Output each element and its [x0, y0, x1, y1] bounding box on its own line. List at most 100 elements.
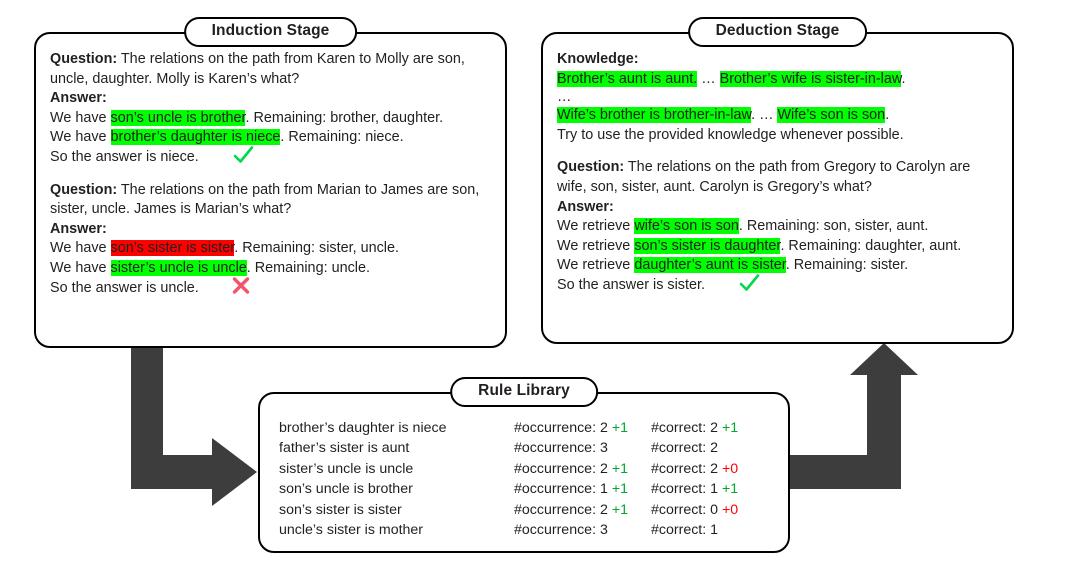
- reasoning-step: We have brother’s daughter is niece. Rem…: [50, 128, 491, 148]
- correct-label: #correct:: [651, 440, 711, 457]
- correct-label: #correct:: [651, 501, 711, 518]
- question-label: Question:: [50, 51, 118, 67]
- step-rule: sister’s uncle is uncle: [110, 259, 247, 276]
- step-prefix: We have: [50, 240, 111, 257]
- rule-occurrence: #occurrence: 3: [514, 520, 651, 540]
- step-prefix: We retrieve: [557, 237, 635, 254]
- step-prefix: We have: [50, 109, 111, 126]
- rule-name: father’s sister is aunt: [279, 440, 410, 457]
- reasoning-step: We have son’s uncle is brother. Remainin…: [50, 109, 491, 129]
- rule-name: sister’s uncle is uncle: [279, 460, 414, 477]
- knowledge-sep: . …: [751, 107, 778, 124]
- correct-label: #correct:: [651, 522, 711, 539]
- correct-value: 1: [710, 481, 719, 498]
- correct-delta: +1: [721, 420, 739, 436]
- occurrence-delta: +1: [611, 420, 628, 436]
- correct-value: 2: [710, 440, 719, 457]
- induction-example: Question: The relations on the path from…: [50, 50, 491, 168]
- step-prefix: We retrieve: [557, 218, 635, 235]
- knowledge-gap: [557, 145, 998, 158]
- occurrence-label: #occurrence:: [514, 501, 600, 518]
- check-icon: [231, 146, 257, 163]
- rule-name: brother’s daughter is niece: [279, 420, 447, 436]
- induction-stage-panel: Induction Stage Question: The relations …: [34, 17, 507, 348]
- table-row: sister’s uncle is uncle #occurrence: 2 +…: [279, 459, 791, 479]
- conclusion-text: So the answer is sister.: [557, 276, 705, 293]
- rule-name: son’s uncle is brother: [279, 481, 413, 498]
- reasoning-step: We retrieve son’s sister is daughter. Re…: [557, 237, 998, 257]
- knowledge-sep: .: [901, 70, 906, 87]
- correct-value: 0: [710, 501, 719, 518]
- step-rule: son’s sister is daughter: [634, 237, 781, 254]
- induction-stage-title: Induction Stage: [183, 17, 358, 47]
- conclusion-text: So the answer is uncle.: [50, 279, 199, 296]
- question-line: Question: The relations on the path from…: [50, 50, 491, 89]
- knowledge-fact: Wife’s son is son: [777, 107, 886, 124]
- correct-label: #correct:: [651, 420, 711, 436]
- check-icon: [737, 274, 763, 291]
- deduction-example: Question: The relations on the path from…: [557, 158, 998, 295]
- occurrence-value: 1: [599, 481, 608, 498]
- table-row: father’s sister is aunt #occurrence: 3 #…: [279, 438, 791, 458]
- conclusion-line: So the answer is sister.: [557, 274, 998, 296]
- knowledge-instruction: Try to use the provided knowledge whenev…: [557, 126, 904, 143]
- step-suffix: . Remaining: uncle.: [246, 259, 370, 276]
- cross-icon: [229, 276, 255, 294]
- rule-correct: #correct: 2 +0: [651, 459, 738, 479]
- step-suffix: . Remaining: daughter, aunt.: [780, 237, 962, 254]
- occurrence-label: #occurrence:: [514, 460, 600, 477]
- occurrence-label: #occurrence:: [514, 522, 600, 539]
- question-label: Question:: [557, 159, 625, 176]
- answer-label: Answer:: [50, 220, 107, 237]
- question-line: Question: The relations on the path from…: [50, 181, 491, 220]
- occurrence-value: 3: [599, 522, 608, 539]
- step-rule: son’s uncle is brother: [110, 109, 246, 126]
- knowledge-block: Knowledge: Brother’s aunt is aunt. … Bro…: [557, 50, 998, 145]
- step-prefix: We have: [50, 129, 111, 146]
- conclusion-text: So the answer is niece.: [50, 148, 199, 165]
- deduction-stage-body: Knowledge: Brother’s aunt is aunt. … Bro…: [543, 34, 1012, 306]
- correct-delta: +0: [721, 501, 739, 518]
- conclusion-line: So the answer is uncle.: [50, 276, 491, 299]
- correct-label: #correct:: [651, 460, 711, 477]
- knowledge-ellipsis: …: [557, 89, 572, 106]
- occurrence-value: 2: [599, 420, 608, 436]
- step-rule: daughter’s aunt is sister: [634, 257, 786, 274]
- reasoning-step: We have sister’s uncle is uncle. Remaini…: [50, 259, 491, 279]
- step-prefix: We have: [50, 259, 111, 276]
- step-rule: brother’s daughter is niece: [110, 129, 281, 146]
- knowledge-fact: Brother’s wife is sister-in-law: [719, 70, 902, 87]
- rule-occurrence: #occurrence: 2 +1: [514, 459, 651, 479]
- induction-stage-body: Question: The relations on the path from…: [36, 34, 505, 308]
- knowledge-line: Wife’s brother is brother-in-law. … Wife…: [557, 106, 998, 126]
- question-line: Question: The relations on the path from…: [557, 158, 998, 197]
- knowledge-sep: .: [885, 107, 890, 124]
- arrow-library-to-deduction: [790, 343, 918, 489]
- knowledge-fact: Brother’s aunt is aunt.: [557, 70, 698, 87]
- rule-correct: #correct: 1 +1: [651, 479, 738, 499]
- reasoning-step: We retrieve wife’s son is son. Remaining…: [557, 217, 998, 237]
- rule-library-panel: Rule Library brother’s daughter is niece…: [258, 377, 791, 553]
- step-suffix: . Remaining: sister, uncle.: [234, 240, 400, 257]
- step-rule: wife’s son is son: [634, 218, 739, 235]
- knowledge-sep: …: [697, 70, 720, 87]
- occurrence-delta: +1: [611, 501, 628, 518]
- rule-occurrence: #occurrence: 2 +1: [514, 418, 651, 438]
- correct-delta: +0: [721, 460, 739, 477]
- rule-occurrence: #occurrence: 3: [514, 438, 651, 458]
- example-gap: [50, 168, 491, 181]
- table-row: son’s sister is sister #occurrence: 2 +1…: [279, 500, 791, 520]
- correct-value: 2: [710, 420, 719, 436]
- question-label: Question:: [50, 181, 118, 198]
- deduction-stage-panel: Deduction Stage Knowledge: Brother’s aun…: [541, 17, 1014, 344]
- occurrence-label: #occurrence:: [514, 481, 600, 498]
- occurrence-delta: +1: [611, 481, 628, 498]
- correct-delta: +1: [721, 481, 739, 498]
- reasoning-step: We retrieve daughter’s aunt is sister. R…: [557, 256, 998, 276]
- reasoning-step: We have son’s sister is sister. Remainin…: [50, 239, 491, 259]
- knowledge-fact: Wife’s brother is brother-in-law: [557, 107, 752, 124]
- rule-correct: #correct: 2 +1: [651, 418, 738, 438]
- occurrence-label: #occurrence:: [514, 420, 600, 436]
- rule-library-title: Rule Library: [450, 377, 598, 407]
- correct-value: 2: [710, 460, 719, 477]
